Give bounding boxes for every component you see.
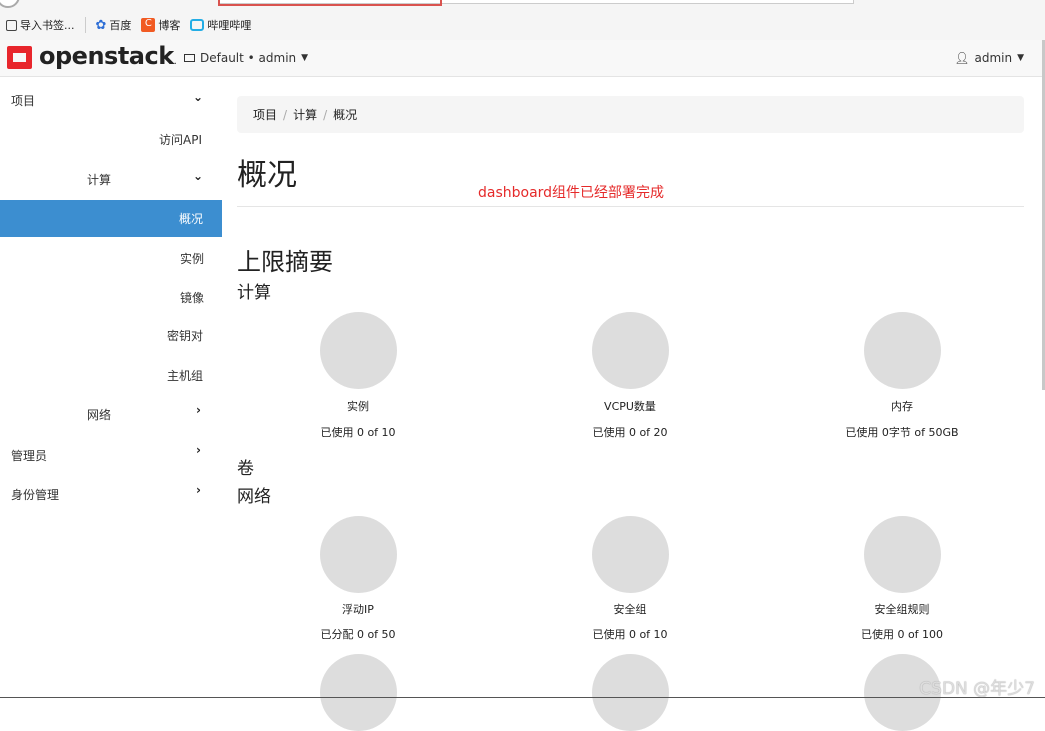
sidebar-item-instances[interactable]: 实例	[180, 250, 204, 267]
chart-usage: 已使用 0 of 20	[592, 426, 668, 439]
sidebar-item-images[interactable]: 镜像	[180, 289, 204, 306]
caret-down-icon: ▼	[1017, 53, 1024, 63]
user-label: admin	[974, 51, 1013, 65]
security-group-pie	[592, 516, 669, 593]
openstack-header: openstack. Default • admin ▼ 👤︎ admin ▼	[0, 40, 1045, 77]
chart-label: 安全组规则	[874, 603, 930, 616]
sidebar: 项目 ⌄ 访问API 计算 ⌄ 概况 实例 镜像 密钥对 主机组 网络 › 管理…	[0, 78, 222, 698]
bookmarks-bar: 导入书签... ✿ 百度 C 博客 哔哩哔哩	[0, 10, 1045, 40]
sidebar-item-compute[interactable]: 计算	[87, 171, 111, 188]
csdn-c-icon: C	[141, 18, 156, 32]
breadcrumb: 项目 / 计算 / 概况	[237, 96, 1024, 133]
page-title: 概况	[237, 158, 297, 193]
vcpu-pie	[592, 312, 669, 389]
section-network: 网络	[237, 487, 271, 507]
breadcrumb-separator: /	[323, 107, 328, 122]
openstack-logo-text[interactable]: openstack.	[39, 42, 177, 70]
user-icon: 👤︎	[954, 51, 970, 65]
section-volume: 卷	[237, 459, 254, 479]
chart-label: 浮动IP	[342, 603, 374, 616]
memory-pie	[864, 312, 941, 389]
user-menu[interactable]: 👤︎ admin ▼	[954, 51, 1024, 65]
sidebar-item-server-groups[interactable]: 主机组	[167, 367, 203, 384]
chevron-right-icon[interactable]: ›	[196, 483, 201, 497]
chevron-down-icon[interactable]: ⌄	[193, 169, 203, 183]
sidebar-item-project[interactable]: 项目	[11, 92, 35, 109]
sidebar-item-access-api[interactable]: 访问API	[159, 131, 202, 148]
project-selector[interactable]: Default • admin ▼	[184, 51, 308, 65]
chart-usage: 已使用 0 of 10	[592, 628, 668, 641]
breadcrumb-compute[interactable]: 计算	[293, 106, 317, 123]
chart-label: 安全组	[613, 603, 647, 616]
bookmark-label: 哔哩哔哩	[207, 19, 252, 32]
chevron-right-icon[interactable]: ›	[196, 403, 201, 417]
chart-usage: 已使用 0字节 of 50GB	[845, 426, 959, 439]
breadcrumb-project[interactable]: 项目	[253, 106, 277, 123]
bookmark-baidu[interactable]: ✿ 百度	[96, 17, 132, 33]
sidebar-item-overview[interactable]: 概况	[0, 200, 222, 237]
chart-usage: 已使用 0 of 100	[860, 628, 944, 641]
chart-label: VCPU数量	[604, 400, 656, 413]
address-highlight	[218, 0, 442, 6]
title-divider	[237, 206, 1024, 207]
import-icon	[6, 19, 17, 31]
next-pie	[592, 654, 669, 731]
breadcrumb-overview: 概况	[333, 108, 358, 122]
security-rule-pie	[864, 516, 941, 593]
baidu-paw-icon: ✿	[95, 17, 107, 33]
openstack-logo-icon[interactable]	[7, 46, 32, 69]
sidebar-item-identity[interactable]: 身份管理	[11, 486, 59, 503]
bilibili-tv-icon	[190, 19, 205, 31]
bookmark-label: 导入书签...	[20, 19, 75, 32]
watermark: CSDN @年少7	[919, 679, 1035, 699]
chart-usage: 已分配 0 of 50	[320, 628, 396, 641]
bookmark-bilibili[interactable]: 哔哩哔哩	[190, 17, 251, 33]
sidebar-item-network[interactable]: 网络	[87, 406, 111, 423]
chart-usage: 已使用 0 of 10	[320, 426, 396, 439]
bookmark-divider	[84, 17, 86, 33]
chart-label: 实例	[347, 400, 369, 413]
instances-pie	[320, 312, 397, 389]
breadcrumb-separator: /	[283, 107, 288, 122]
bookmark-label: 博客	[158, 19, 181, 32]
bookmark-import[interactable]: 导入书签...	[6, 17, 75, 33]
next-pie	[320, 654, 397, 731]
project-icon	[184, 54, 195, 62]
window-bottom-edge	[0, 697, 1045, 698]
chevron-right-icon[interactable]: ›	[196, 443, 201, 457]
bookmark-label: 百度	[109, 19, 132, 32]
chart-label: 内存	[891, 400, 913, 413]
project-label: Default • admin	[200, 51, 297, 65]
limits-title: 上限摘要	[237, 248, 333, 276]
floating-ip-pie	[320, 516, 397, 593]
bookmark-blog[interactable]: C 博客	[141, 17, 180, 33]
annotation-text: dashboard组件已经部署完成	[478, 185, 665, 201]
sidebar-item-keypairs[interactable]: 密钥对	[167, 327, 203, 344]
sidebar-item-admin[interactable]: 管理员	[11, 447, 47, 464]
caret-down-icon: ▼	[301, 53, 309, 63]
chevron-down-icon[interactable]: ⌄	[193, 90, 203, 104]
section-compute: 计算	[237, 283, 271, 303]
